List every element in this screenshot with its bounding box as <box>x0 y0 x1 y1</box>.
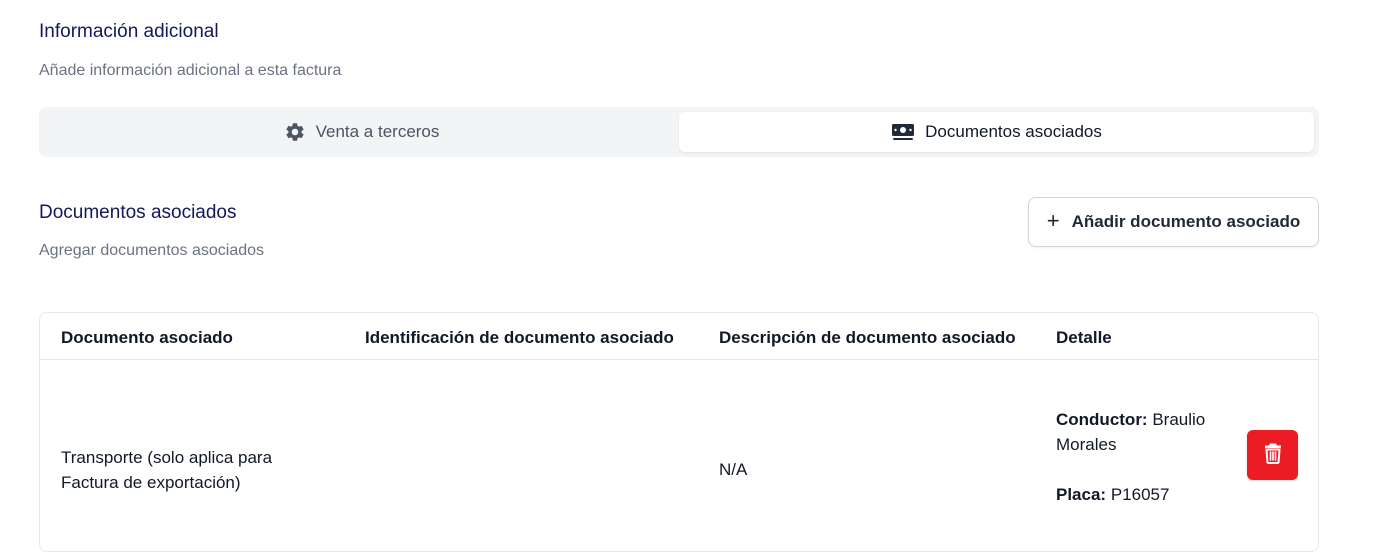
placa-value: P16057 <box>1110 485 1170 504</box>
placa-label: Placa: <box>1056 485 1107 504</box>
section-title-info: Información adicional <box>39 21 219 42</box>
section-title-docs: Documentos asociados <box>39 202 237 223</box>
tab-documentos-asociados[interactable]: Documentos asociados <box>679 112 1314 152</box>
tab-bar: Venta a terceros Documentos asociados <box>39 107 1319 157</box>
associated-documents-table: Documento asociado Identificación de doc… <box>39 312 1319 552</box>
table-header: Documento asociado Identificación de doc… <box>40 313 1318 360</box>
cell-documento-line1: Transporte (solo aplica para <box>61 448 273 467</box>
cell-documento: Transporte (solo aplica para Factura de … <box>61 445 272 495</box>
conductor-value-line2: Morales <box>1056 435 1117 454</box>
add-associated-document-button[interactable]: + Añadir documento asociado <box>1028 197 1319 247</box>
money-bill-icon <box>891 122 915 142</box>
detalle-placa: Placa: P16057 <box>1056 482 1226 507</box>
header-descripcion: Descripción de documento asociado <box>719 328 1016 347</box>
detalle-conductor: Conductor: Braulio <box>1056 407 1226 432</box>
section-subtitle-info: Añade información adicional a esta factu… <box>39 62 342 79</box>
cell-descripcion: N/A <box>719 460 748 479</box>
cell-documento-line2: Factura de exportación) <box>61 473 241 492</box>
plus-icon: + <box>1046 208 1060 233</box>
tab-label: Venta a terceros <box>315 122 440 141</box>
header-documento: Documento asociado <box>61 328 233 347</box>
header-detalle: Detalle <box>1056 328 1112 347</box>
trash-icon <box>1264 442 1282 469</box>
tab-label: Documentos asociados <box>925 122 1102 141</box>
header-identificacion: Identificación de documento asociado <box>365 328 674 347</box>
section-subtitle-docs: Agregar documentos asociados <box>39 242 265 259</box>
add-button-label: Añadir documento asociado <box>1071 212 1301 231</box>
tab-venta-a-terceros[interactable]: Venta a terceros <box>44 112 679 152</box>
conductor-value-line1: Braulio <box>1152 410 1206 429</box>
gear-icon <box>284 121 306 143</box>
conductor-label: Conductor: <box>1056 410 1148 429</box>
delete-row-button[interactable] <box>1247 430 1298 480</box>
cell-detalle: Conductor: Braulio Morales Placa: P16057 <box>1056 407 1226 507</box>
